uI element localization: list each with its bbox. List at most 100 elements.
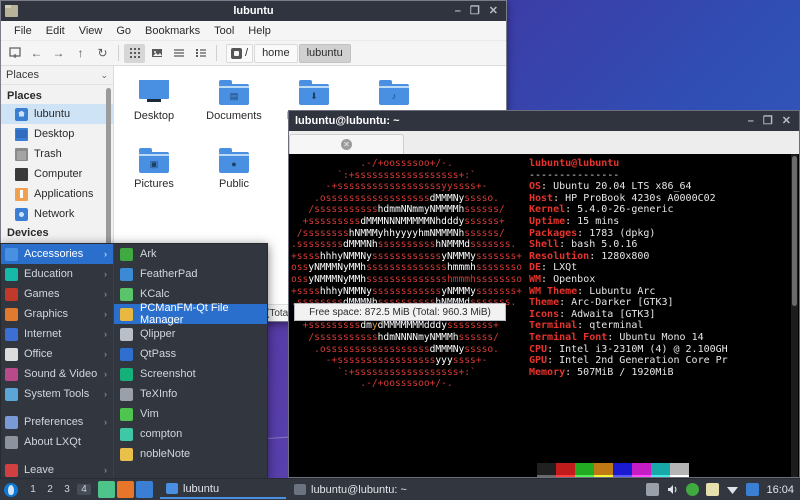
new-tab-icon[interactable] [4, 44, 25, 63]
file-manager-titlebar[interactable]: lubuntu – ❐ ✕ [1, 1, 506, 21]
menu-category-games[interactable]: Games › [1, 284, 113, 304]
app-item-pcmanfm-qt-file-manager[interactable]: PCManFM-Qt File Manager [114, 302, 267, 326]
icon-view-icon[interactable] [124, 43, 145, 63]
menu-view[interactable]: View [72, 23, 110, 39]
maximize-icon[interactable]: ❐ [470, 5, 480, 17]
app-item-ark[interactable]: Ark [114, 244, 267, 264]
window-task-list[interactable]: lubuntu lubuntu@lubuntu: ~ [160, 481, 438, 499]
system-tray[interactable]: 16:04 [646, 483, 800, 496]
clipboard-icon[interactable] [646, 483, 660, 496]
application-submenu[interactable]: Ark FeatherPad KCalc PCManFM-Qt File Manage… [113, 244, 267, 479]
update-icon[interactable] [686, 483, 700, 496]
battery-icon[interactable] [746, 483, 760, 496]
detailed-view-icon[interactable] [190, 44, 211, 63]
folder-item-public[interactable]: ● Public [194, 144, 274, 212]
task-button-0[interactable]: lubuntu [160, 481, 286, 499]
application-list[interactable]: Ark FeatherPad KCalc PCManFM-Qt File Manage… [114, 244, 267, 464]
menu-session-leave[interactable]: Leave › [1, 460, 113, 480]
desktop-button-3[interactable]: 3 [60, 484, 74, 495]
app-item-noblenote[interactable]: nobleNote [114, 444, 267, 464]
folder-item-documents[interactable]: ▤ Documents [194, 76, 274, 144]
places-item-lubuntu[interactable]: lubuntu [1, 104, 113, 124]
app-item-featherpad[interactable]: FeatherPad [114, 264, 267, 284]
menu-category-internet[interactable]: Internet › [1, 324, 113, 344]
menu-category-system-tools[interactable]: System Tools › [1, 384, 113, 404]
terminal-titlebar[interactable]: lubuntu@lubuntu: ~ – ❐ ✕ [289, 111, 799, 131]
taskbar[interactable]: 1234 lubuntu lubuntu@lubuntu: ~ 16:04 [0, 478, 800, 500]
folder-item-pictures[interactable]: ▣ Pictures [114, 144, 194, 212]
network-icon[interactable] [726, 483, 739, 496]
menu-help[interactable]: Help [241, 23, 278, 39]
app-item-qlipper[interactable]: Qlipper [114, 324, 267, 344]
desktop-button-2[interactable]: 2 [43, 484, 57, 495]
category-list[interactable]: Accessories › Education › Games › Graphics › Int… [1, 244, 113, 404]
breadcrumb-root[interactable]: / [226, 43, 254, 63]
app-item-texinfo[interactable]: TeXInfo [114, 384, 267, 404]
app-item-kcalc[interactable]: KCalc [114, 284, 267, 304]
quick-launch-bar[interactable] [97, 481, 154, 498]
task-button-1[interactable]: lubuntu@lubuntu: ~ [288, 481, 438, 499]
places-item-desktop[interactable]: Desktop [1, 124, 113, 144]
desktop-button-4[interactable]: 4 [77, 484, 91, 495]
breadcrumb-lubuntu[interactable]: lubuntu [298, 43, 351, 63]
places-item-network[interactable]: Network [1, 204, 113, 224]
places-item-trash[interactable]: Trash [1, 144, 113, 164]
breadcrumb-home[interactable]: home [254, 43, 298, 63]
menu-category-accessories[interactable]: Accessories › [1, 244, 113, 264]
menu-category-education[interactable]: Education › [1, 264, 113, 284]
menu-edit[interactable]: Edit [39, 23, 72, 39]
reload-icon[interactable]: ↻ [92, 44, 113, 63]
clock[interactable]: 16:04 [766, 484, 794, 496]
text-editor-launcher[interactable] [136, 481, 153, 498]
compact-view-icon[interactable] [168, 44, 189, 63]
app-item-screenshot[interactable]: Screenshot [114, 364, 267, 384]
back-icon[interactable]: ← [26, 44, 47, 63]
folder-item-desktop[interactable]: Desktop [114, 76, 194, 144]
file-manager-launcher[interactable] [98, 481, 115, 498]
file-manager-window-controls[interactable]: – ❐ ✕ [455, 5, 502, 17]
terminal-tabbar[interactable]: ✕ [289, 131, 799, 154]
terminal-window-controls[interactable]: – ❐ ✕ [748, 115, 795, 127]
application-menu-categories[interactable]: Accessories › Education › Games › Graphics › Int… [1, 244, 113, 497]
menu-category-graphics[interactable]: Graphics › [1, 304, 113, 324]
desktop-button-1[interactable]: 1 [26, 484, 40, 495]
breadcrumb[interactable]: / home lubuntu [226, 43, 351, 63]
desktop-switcher[interactable]: 1234 [26, 484, 91, 495]
minimize-icon[interactable]: – [748, 115, 754, 127]
toolbar[interactable]: ← → ↑ ↻ / home lubuntu [1, 41, 506, 66]
close-icon[interactable]: ✕ [782, 115, 791, 127]
maximize-icon[interactable]: ❐ [763, 115, 773, 127]
chevron-down-icon[interactable]: ⌄ [100, 70, 108, 81]
firefox-launcher[interactable] [117, 481, 134, 498]
places-item-computer[interactable]: Computer [1, 164, 113, 184]
tab-close-icon[interactable]: ✕ [341, 139, 352, 150]
volume-icon[interactable] [666, 483, 679, 496]
application-menu[interactable]: Accessories › Education › Games › Graphics › Int… [0, 243, 268, 497]
notes-icon[interactable] [706, 483, 720, 496]
forward-icon[interactable]: → [48, 44, 69, 63]
thumbnail-view-icon[interactable] [146, 44, 167, 63]
menu-settings-about-lxqt[interactable]: About LXQt [1, 432, 113, 452]
places-item-applications[interactable]: Applications [1, 184, 113, 204]
menu-file[interactable]: File [7, 23, 39, 39]
up-icon[interactable]: ↑ [70, 44, 91, 63]
menu-bookmarks[interactable]: Bookmarks [138, 23, 207, 39]
places-list[interactable]: Places lubuntu Desktop Trash Computer Applica… [1, 85, 113, 261]
menu-category-sound-video[interactable]: Sound & Video › [1, 364, 113, 384]
menu-settings-preferences[interactable]: Preferences › [1, 412, 113, 432]
close-icon[interactable]: ✕ [489, 5, 498, 17]
terminal-scrollbar[interactable] [791, 154, 798, 477]
app-item-qtpass[interactable]: QtPass [114, 344, 267, 364]
app-item-compton[interactable]: compton [114, 424, 267, 444]
app-item-vim[interactable]: Vim [114, 404, 267, 424]
settings-list[interactable]: Preferences › About LXQt [1, 412, 113, 452]
minimize-icon[interactable]: – [455, 5, 461, 17]
menu-bar[interactable]: File Edit View Go Bookmarks Tool Help [1, 21, 506, 41]
menu-category-office[interactable]: Office › [1, 344, 113, 364]
terminal-window[interactable]: lubuntu@lubuntu: ~ – ❐ ✕ ✕ .-/+oossssoo+… [288, 110, 800, 478]
start-menu-button[interactable] [0, 479, 22, 500]
menu-tool[interactable]: Tool [207, 23, 241, 39]
terminal-tab[interactable]: ✕ [289, 134, 404, 154]
menu-go[interactable]: Go [109, 23, 138, 39]
tray-icon-list[interactable] [646, 483, 760, 496]
